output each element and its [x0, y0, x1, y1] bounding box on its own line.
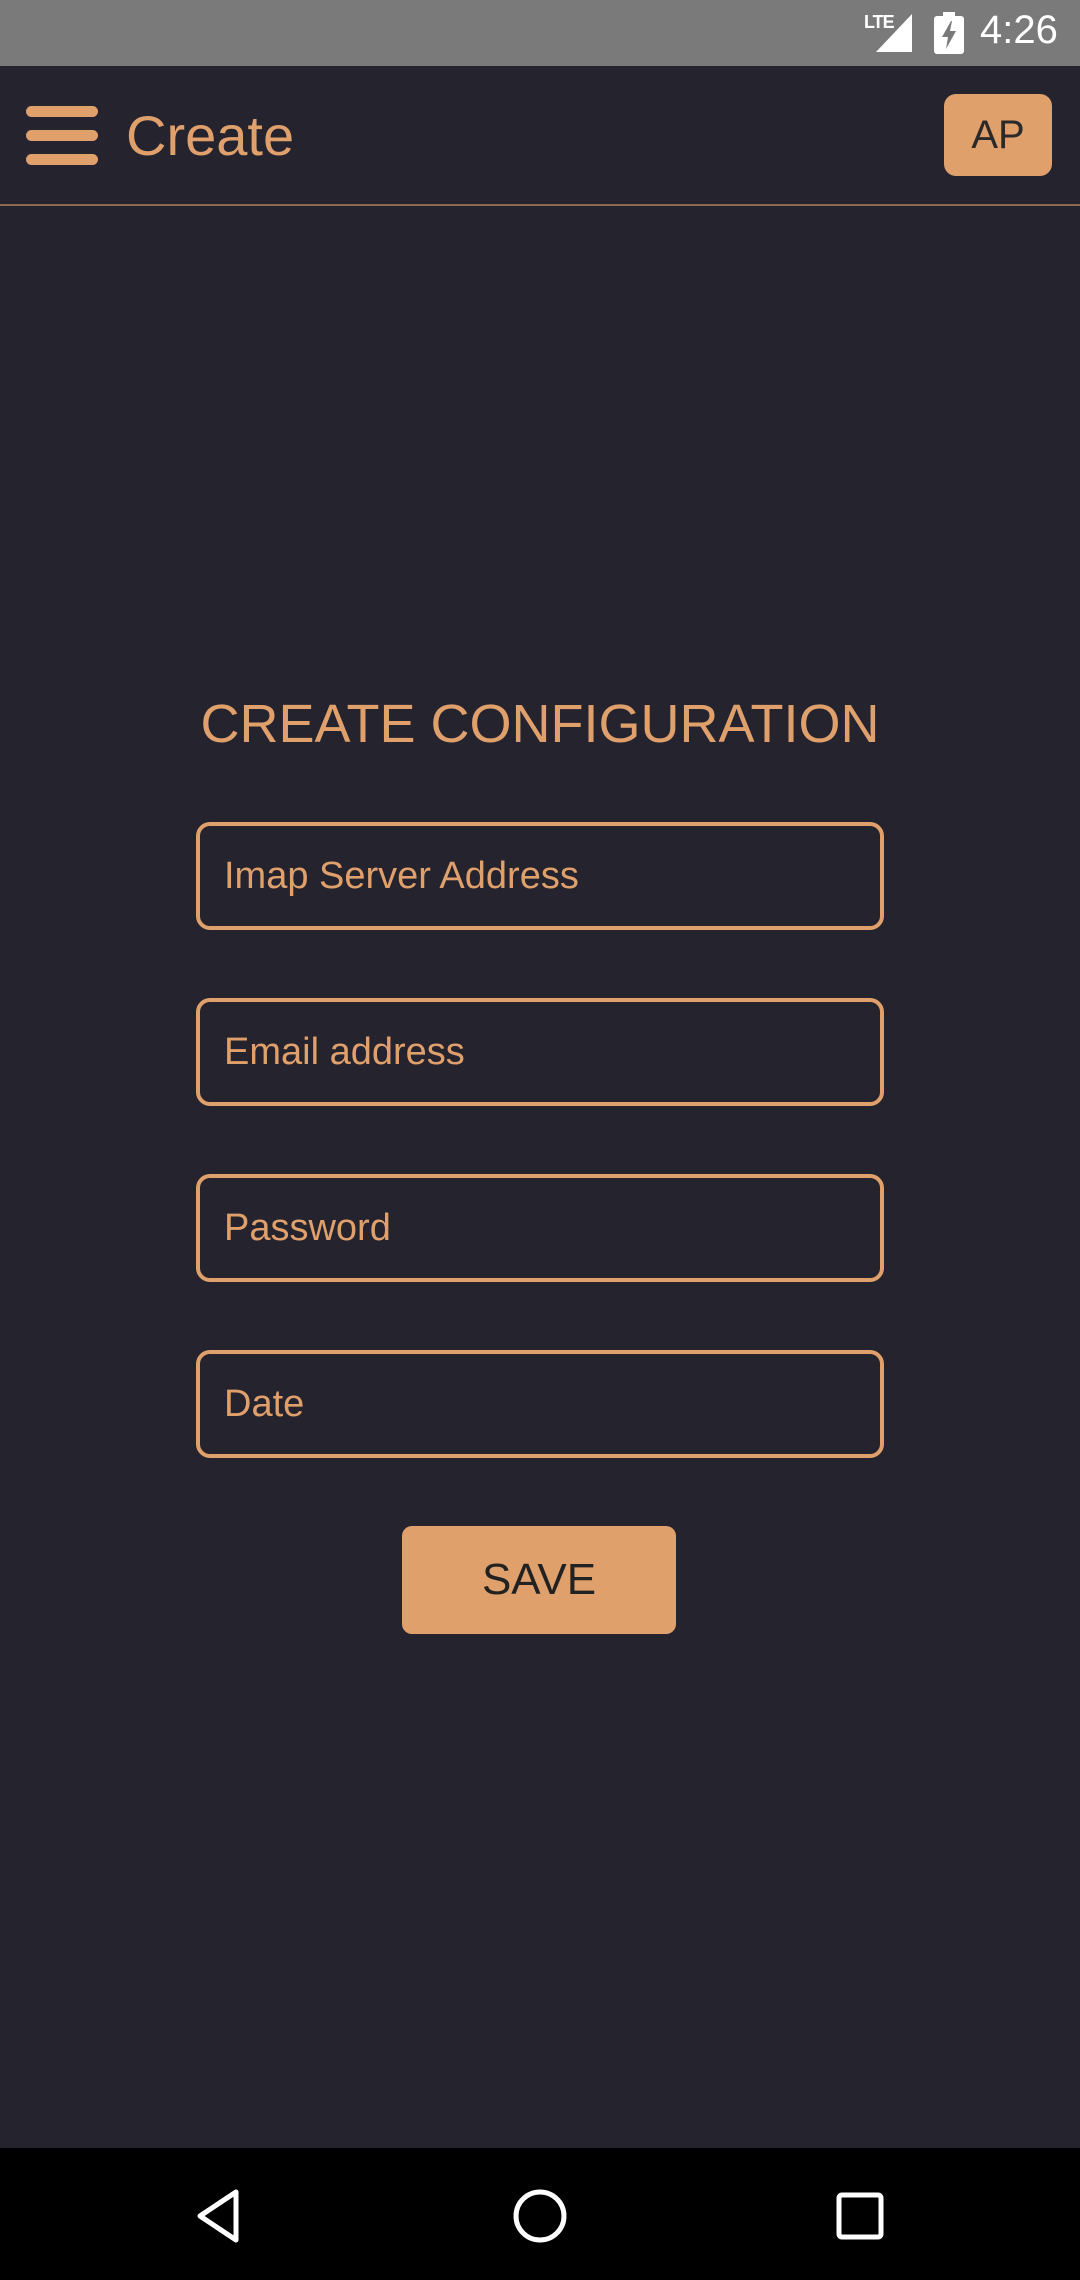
email-field[interactable]: [196, 998, 884, 1106]
imap-server-field[interactable]: [196, 822, 884, 930]
status-bar: LTE 4:26: [0, 0, 1080, 66]
clock: 4:26: [980, 8, 1058, 52]
back-icon[interactable]: [190, 2186, 250, 2246]
home-icon[interactable]: [510, 2186, 570, 2246]
navigation-bar: [0, 2148, 1080, 2280]
app-bar: Create AP: [0, 66, 1080, 206]
avatar[interactable]: AP: [944, 94, 1052, 176]
date-field[interactable]: [196, 1350, 884, 1458]
password-field[interactable]: [196, 1174, 884, 1282]
battery-charging-icon: [934, 12, 964, 54]
page-title: Create: [126, 104, 295, 167]
menu-icon[interactable]: [26, 106, 100, 166]
recents-icon[interactable]: [830, 2186, 890, 2246]
save-button[interactable]: SAVE: [402, 1526, 676, 1634]
signal-icon: [876, 14, 912, 52]
form-heading: CREATE CONFIGURATION: [200, 694, 880, 754]
